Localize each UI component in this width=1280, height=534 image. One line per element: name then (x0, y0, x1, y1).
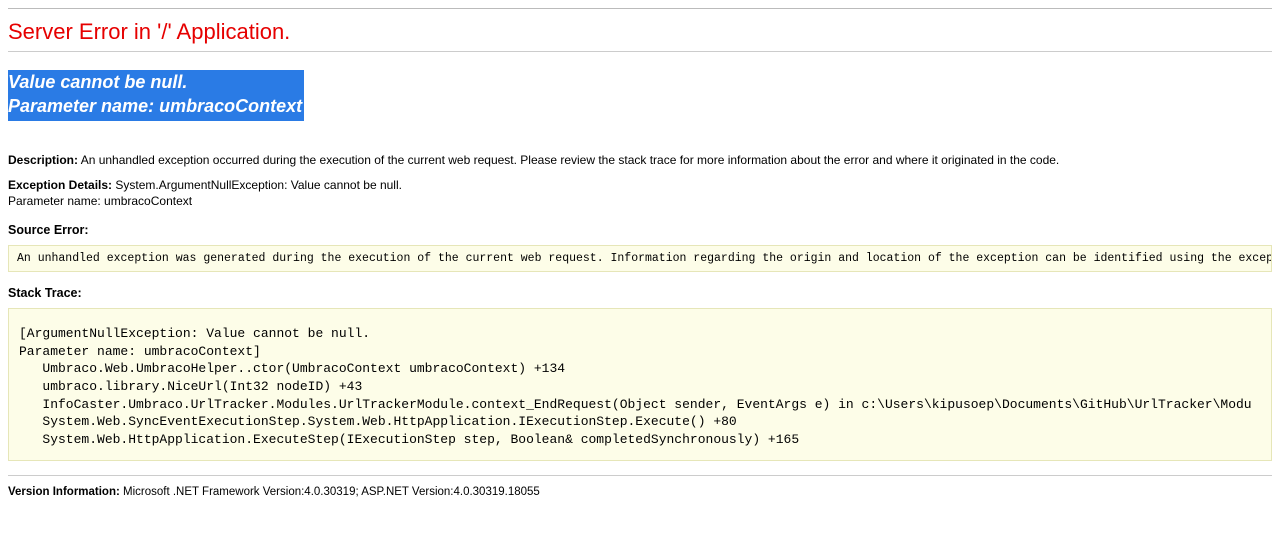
stack-trace-label: Stack Trace: (8, 286, 1272, 300)
exception-message-line1: Value cannot be null. (8, 70, 302, 94)
description-text: An unhandled exception occurred during t… (78, 153, 1059, 167)
description-section: Description: An unhandled exception occu… (8, 153, 1272, 169)
source-error-label: Source Error: (8, 223, 1272, 237)
exception-details-text-1: System.ArgumentNullException: Value cann… (112, 178, 402, 192)
exception-details-label: Exception Details: (8, 178, 112, 192)
exception-details-section: Exception Details: System.ArgumentNullEx… (8, 178, 1272, 209)
exception-message: Value cannot be null. Parameter name: um… (8, 70, 304, 121)
page-title: Server Error in '/' Application. (8, 19, 1272, 45)
version-info: Version Information: Microsoft .NET Fram… (8, 486, 1272, 498)
title-divider (8, 51, 1272, 52)
version-divider (8, 475, 1272, 476)
source-error-box: An unhandled exception was generated dur… (8, 245, 1272, 272)
stack-trace-box: [ArgumentNullException: Value cannot be … (8, 308, 1272, 461)
version-label: Version Information: (8, 486, 120, 498)
version-text: Microsoft .NET Framework Version:4.0.303… (120, 486, 540, 498)
exception-message-line2: Parameter name: umbracoContext (8, 96, 302, 116)
description-label: Description: (8, 153, 78, 167)
exception-details-text-2: Parameter name: umbracoContext (8, 194, 1272, 210)
top-divider (8, 8, 1272, 9)
